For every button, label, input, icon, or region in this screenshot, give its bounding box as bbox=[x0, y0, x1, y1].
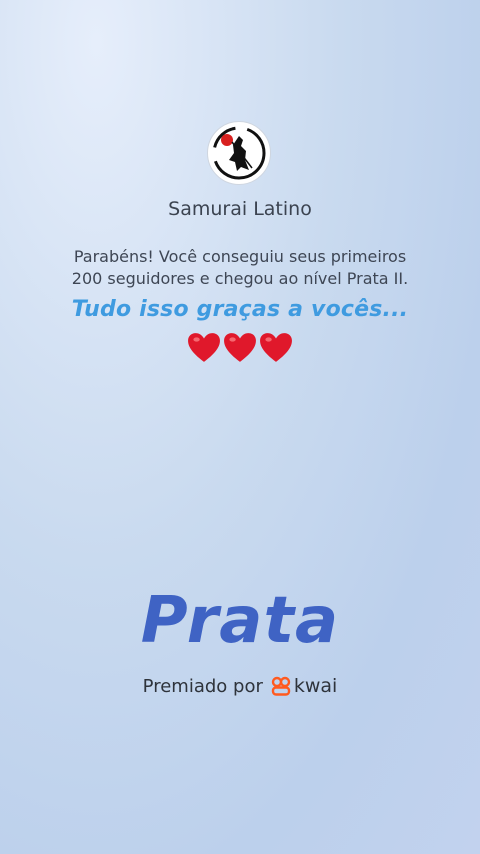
samurai-avatar-image bbox=[209, 123, 269, 183]
message-line-1: Parabéns! Você conseguiu seus primeiros bbox=[73, 247, 407, 266]
level-title: Prata bbox=[140, 584, 340, 658]
profile-name: Samurai Latino bbox=[168, 198, 312, 220]
awarded-by-row: Premiado por kwai bbox=[0, 675, 480, 697]
profile-avatar[interactable] bbox=[207, 121, 271, 185]
kwai-logo[interactable]: kwai bbox=[271, 675, 337, 697]
achievement-message: Parabéns! Você conseguiu seus primeiros … bbox=[60, 246, 420, 290]
message-line-2: 200 seguidores e chegou ao nível Prata I… bbox=[71, 269, 409, 288]
heart-icon bbox=[260, 333, 292, 362]
kwai-logo-icon bbox=[271, 676, 291, 696]
kwai-brand-name: kwai bbox=[293, 675, 338, 697]
heart-icon bbox=[188, 333, 220, 362]
awarded-by-label: Premiado por bbox=[142, 675, 263, 697]
overlay-handwritten-text: Tudo isso graças a vocês... bbox=[71, 297, 409, 322]
heart-icon bbox=[224, 333, 256, 362]
hearts-row bbox=[185, 332, 295, 366]
